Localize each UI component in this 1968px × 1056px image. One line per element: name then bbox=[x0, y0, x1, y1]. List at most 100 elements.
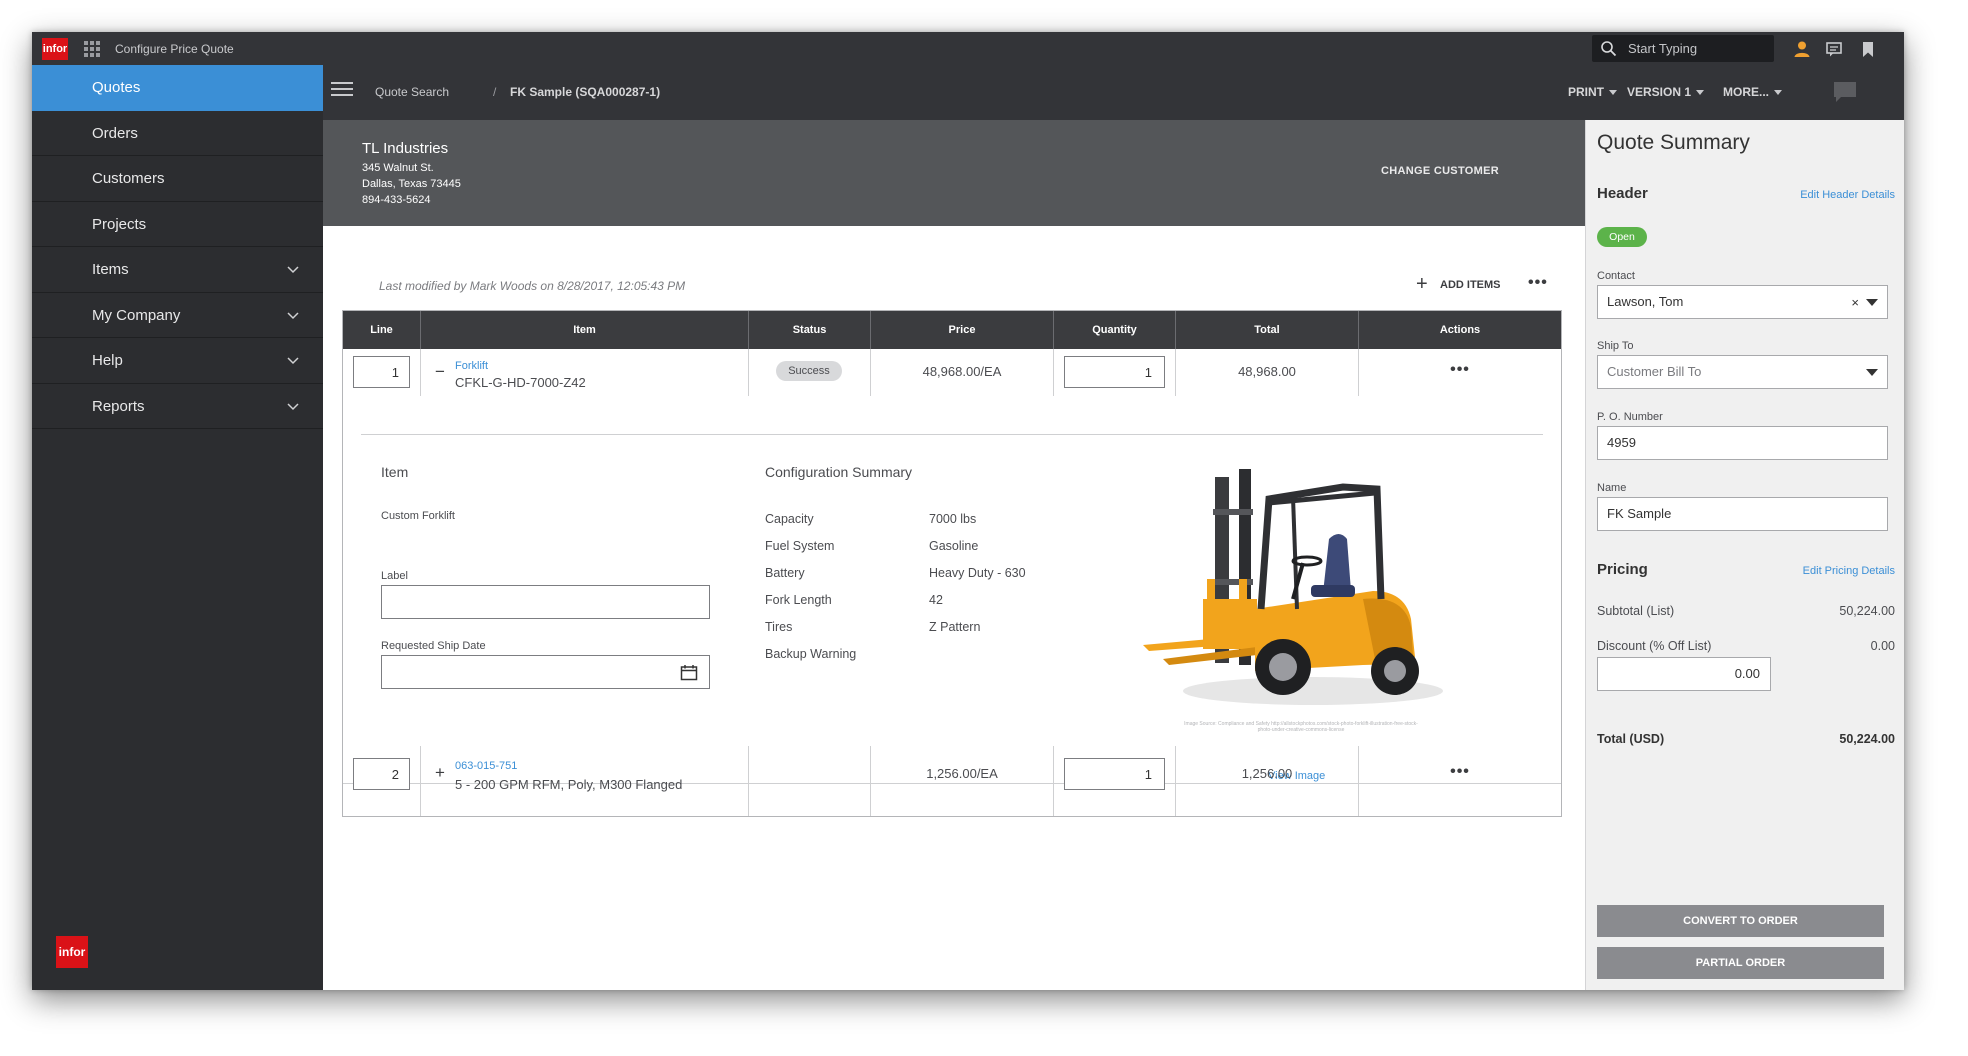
sidebar-item-orders[interactable]: Orders bbox=[32, 111, 323, 156]
unit-price: 48,968.00/EA bbox=[922, 364, 1002, 379]
quote-lines-panel: Last modified by Mark Woods on 8/28/2017… bbox=[323, 226, 1585, 990]
discount-label: Discount (% Off List) bbox=[1597, 639, 1712, 653]
bookmark-icon[interactable] bbox=[1858, 39, 1878, 59]
po-number-input[interactable]: 4959 bbox=[1597, 426, 1888, 460]
table-header: Line Item Status Price Quantity Total Ac… bbox=[343, 311, 1561, 349]
infor-logo[interactable]: infor bbox=[42, 38, 68, 60]
item-description: CFKL-G-HD-7000-Z42 bbox=[455, 375, 586, 390]
config-key: Backup Warning bbox=[765, 647, 857, 661]
po-number-label: P. O. Number bbox=[1597, 411, 1663, 423]
discount-value: 0.00 bbox=[1870, 639, 1895, 653]
pricing-heading: Pricing bbox=[1597, 561, 1648, 578]
sidebar-item-customers[interactable]: Customers bbox=[32, 156, 323, 202]
price-cell: 48,968.00/EA bbox=[871, 349, 1054, 396]
config-value: Heavy Duty - 630 bbox=[929, 566, 1026, 580]
more-options-icon[interactable]: ••• bbox=[1528, 274, 1548, 292]
app-title: Configure Price Quote bbox=[115, 42, 234, 56]
sidebar-item-label: Items bbox=[92, 261, 129, 278]
item-link[interactable]: 063-015-751 bbox=[455, 760, 517, 772]
collapse-icon[interactable]: − bbox=[435, 362, 445, 382]
print-menu[interactable]: PRINT bbox=[1568, 85, 1617, 99]
sidebar-item-projects[interactable]: Projects bbox=[32, 202, 323, 247]
breadcrumb-bar: Quote Search / FK Sample (SQA000287-1) P… bbox=[323, 65, 1904, 120]
divider bbox=[361, 434, 1543, 435]
item-cell: + 063-015-751 5 - 200 GPM RFM, Poly, M30… bbox=[421, 746, 749, 816]
config-key: Tires bbox=[765, 620, 793, 634]
sidebar-item-quotes[interactable]: Quotes bbox=[32, 65, 323, 111]
item-link[interactable]: Forklift bbox=[455, 360, 488, 372]
expand-icon[interactable]: + bbox=[435, 763, 445, 783]
status-badge: Success bbox=[776, 361, 842, 381]
config-key: Fork Length bbox=[765, 593, 832, 607]
calendar-icon[interactable] bbox=[680, 664, 698, 681]
convert-to-order-button[interactable]: CONVERT TO ORDER bbox=[1597, 905, 1884, 937]
search-input[interactable] bbox=[1628, 39, 1768, 58]
item-heading: Item bbox=[381, 464, 409, 480]
contact-select[interactable]: Lawson, Tom × bbox=[1597, 285, 1888, 319]
sidebar: Quotes Orders Customers Projects Items M… bbox=[32, 65, 323, 990]
sidebar-item-label: Customers bbox=[92, 170, 165, 187]
change-customer-button[interactable]: CHANGE CUSTOMER bbox=[1381, 165, 1499, 177]
item-description: 5 - 200 GPM RFM, Poly, M300 Flanged bbox=[455, 777, 683, 792]
sidebar-item-reports[interactable]: Reports bbox=[32, 384, 323, 429]
column-header-item[interactable]: Item bbox=[421, 311, 749, 349]
chevron-down-icon bbox=[287, 357, 299, 365]
global-search[interactable] bbox=[1592, 35, 1774, 62]
breadcrumb-quote-search[interactable]: Quote Search bbox=[375, 85, 449, 99]
caret-down-icon bbox=[1696, 90, 1705, 96]
label-field-label: Label bbox=[381, 570, 408, 582]
customer-address-line-1: 345 Walnut St. bbox=[362, 162, 434, 174]
edit-header-details-link[interactable]: Edit Header Details bbox=[1800, 189, 1895, 201]
sidebar-item-items[interactable]: Items bbox=[32, 247, 323, 293]
sidebar-item-help[interactable]: Help bbox=[32, 338, 323, 384]
total-value: 50,224.00 bbox=[1839, 732, 1895, 746]
subtotal-value: 50,224.00 bbox=[1839, 604, 1895, 618]
last-modified-text: Last modified by Mark Woods on 8/28/2017… bbox=[379, 279, 686, 293]
sidebar-item-label: Projects bbox=[92, 215, 147, 233]
configuration-summary-heading: Configuration Summary bbox=[765, 464, 913, 480]
version-menu[interactable]: VERSION 1 bbox=[1627, 85, 1705, 99]
partial-order-button[interactable]: PARTIAL ORDER bbox=[1597, 947, 1884, 979]
quantity-input[interactable] bbox=[1064, 758, 1165, 790]
app-switcher-icon[interactable] bbox=[84, 41, 100, 57]
search-icon bbox=[1601, 41, 1617, 57]
column-header-quantity[interactable]: Quantity bbox=[1054, 311, 1176, 349]
column-header-actions[interactable]: Actions bbox=[1359, 311, 1561, 349]
menu-icon[interactable] bbox=[331, 82, 353, 100]
print-label: PRINT bbox=[1568, 85, 1604, 99]
chevron-down-icon bbox=[287, 311, 299, 319]
line-total: 48,968.00 bbox=[1238, 364, 1296, 379]
line-number-input[interactable] bbox=[353, 758, 410, 790]
quote-summary-panel: Quote Summary Header Edit Header Details… bbox=[1585, 120, 1904, 990]
column-header-line[interactable]: Line bbox=[343, 311, 421, 349]
row-actions-icon[interactable]: ••• bbox=[1359, 763, 1561, 781]
table-row: + 063-015-751 5 - 200 GPM RFM, Poly, M30… bbox=[343, 746, 1561, 816]
discount-input[interactable]: 0.00 bbox=[1597, 657, 1771, 691]
sidebar-item-label: Quotes bbox=[92, 79, 141, 96]
forklift-image[interactable] bbox=[1143, 459, 1453, 719]
total-label: Total (USD) bbox=[1597, 732, 1665, 746]
config-value: 42 bbox=[929, 593, 943, 607]
ship-date-input[interactable] bbox=[381, 655, 710, 689]
messages-icon[interactable] bbox=[1824, 39, 1844, 59]
breadcrumb-current: FK Sample (SQA000287-1) bbox=[510, 85, 661, 99]
config-key: Fuel System bbox=[765, 539, 835, 553]
column-header-total[interactable]: Total bbox=[1176, 311, 1359, 349]
column-header-status[interactable]: Status bbox=[749, 311, 871, 349]
more-label: MORE... bbox=[1723, 85, 1770, 99]
app-window: infor Configure Price Quote Qu bbox=[32, 32, 1904, 990]
chat-icon[interactable] bbox=[1832, 80, 1858, 104]
column-header-price[interactable]: Price bbox=[871, 311, 1054, 349]
ship-to-select[interactable]: Customer Bill To bbox=[1597, 355, 1888, 389]
line-number-input[interactable] bbox=[353, 356, 410, 388]
label-input[interactable] bbox=[381, 585, 710, 619]
edit-pricing-details-link[interactable]: Edit Pricing Details bbox=[1803, 565, 1895, 577]
quantity-input[interactable] bbox=[1064, 356, 1165, 388]
more-menu[interactable]: MORE... bbox=[1723, 85, 1783, 99]
line-detail-panel: Item Custom Forklift Label Requested Shi… bbox=[343, 434, 1561, 784]
clear-icon[interactable]: × bbox=[1851, 287, 1859, 319]
user-icon[interactable] bbox=[1792, 39, 1812, 59]
name-input[interactable]: FK Sample bbox=[1597, 497, 1888, 531]
sidebar-item-my-company[interactable]: My Company bbox=[32, 293, 323, 338]
row-actions-icon[interactable]: ••• bbox=[1359, 361, 1561, 379]
